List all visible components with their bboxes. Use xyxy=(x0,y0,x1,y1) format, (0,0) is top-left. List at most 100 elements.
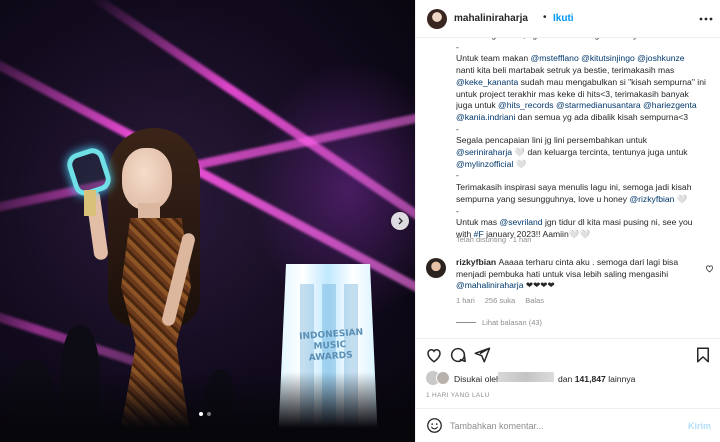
text-segment: Segala pencapaian lini jg lini persembah… xyxy=(456,135,648,146)
smiley-icon[interactable] xyxy=(426,417,443,434)
text-segment: Untuk mas xyxy=(456,217,500,228)
share-icon[interactable] xyxy=(473,346,491,364)
text-line: @kania.indriani dan semua yg ada dibalik… xyxy=(456,112,714,124)
text-line: @seriniraharja 🤍 dan keluarga tercinta, … xyxy=(456,147,714,159)
text-line: @mylinzofficial 🤍 xyxy=(456,159,714,171)
mention-link[interactable]: @rizkyfbian xyxy=(629,194,674,204)
text-segment: sudah bagi musik, agar terus semangat be… xyxy=(456,38,642,40)
text-line: @keke_kananta sudah mau mengabulkan si "… xyxy=(456,77,714,89)
mention-link[interactable]: @hariezgenta xyxy=(643,100,697,110)
award-logo-text: INDONESIAN MUSIC AWARDS xyxy=(298,327,364,364)
likes-count[interactable]: dan 141,847 lainnya xyxy=(558,374,635,384)
text-line: Segala pencapaian lini jg lini persembah… xyxy=(456,135,714,147)
more-dots-icon[interactable] xyxy=(699,10,713,24)
post-timestamp[interactable]: 1 HARI YANG LALU xyxy=(426,392,489,399)
avatar[interactable] xyxy=(427,9,447,29)
performer-face xyxy=(122,148,172,210)
text-line: juga untuk @hits_records @starmedianusan… xyxy=(456,100,714,112)
follow-button[interactable]: Ikuti xyxy=(553,13,574,24)
trophy-base xyxy=(84,190,96,216)
text-line: - xyxy=(456,124,714,136)
text-segment: untuk project terakhir mas keke di hits<… xyxy=(456,88,689,99)
text-line: Untuk mas @sevriland jgn tidur dl kita m… xyxy=(456,217,714,229)
text-segment: 🤍 dan keluarga tercinta, tentunya juga u… xyxy=(512,147,688,158)
text-line: untuk project terakhir mas keke di hits<… xyxy=(456,89,714,101)
view-replies-button[interactable]: Lihat balasan (43) xyxy=(456,318,542,327)
post-caption: sudah bagi musik, agar terus semangat be… xyxy=(456,38,714,241)
carousel-next-button[interactable] xyxy=(391,212,409,230)
post-details-panel: mahaliniraharja • Ikuti sudah bagi musik… xyxy=(415,0,720,442)
post-header: mahaliniraharja • Ikuti xyxy=(416,0,720,38)
text-segment: sempurna yang sesungguhnya, love u honey xyxy=(456,193,630,204)
comment-username[interactable]: rizkyfbian xyxy=(456,257,499,267)
text-segment: - xyxy=(456,41,459,52)
mention-link[interactable]: @mstefflano xyxy=(531,53,579,63)
text-segment: dan semua yg ada dibalik kisah sempurna<… xyxy=(515,111,689,122)
header-separator: • xyxy=(543,12,547,23)
text-segment: - xyxy=(456,205,459,216)
text-line: nanti kita beli martabak setruk ya besti… xyxy=(456,65,714,77)
text-line: Untuk team makan @mstefflano @kitutsinji… xyxy=(456,53,714,65)
heart-icon[interactable] xyxy=(425,346,443,364)
text-segment: menjadi pembuka hati untuk visa lebih sa… xyxy=(456,268,669,279)
mention-link[interactable]: @sevriland xyxy=(499,217,542,227)
mention-link[interactable]: @mahaliniraharja xyxy=(456,280,523,290)
author-username[interactable]: mahaliniraharja xyxy=(454,13,528,24)
mention-link[interactable]: @keke_kananta xyxy=(456,77,518,87)
text-line: - xyxy=(456,170,714,182)
mention-link[interactable]: @starmedianusantara xyxy=(556,100,641,110)
text-segment: - xyxy=(456,170,459,181)
heart-outline-icon[interactable] xyxy=(705,264,714,275)
carousel-dot xyxy=(207,412,211,416)
avatar[interactable] xyxy=(426,258,446,278)
text-segment: Aaaaa terharu cinta aku . semoga dari la… xyxy=(498,257,679,267)
text-segment: juga untuk xyxy=(456,100,499,111)
mention-link[interactable]: @joshkunze xyxy=(637,53,684,63)
comments-scroll-area[interactable]: sudah bagi musik, agar terus semangat be… xyxy=(416,38,720,338)
text-segment: 🤍 xyxy=(513,158,527,169)
comment-meta: 1 hari 256 suka Balas xyxy=(456,296,544,305)
post-actions-bar xyxy=(416,338,720,368)
comment-text: rizkyfbian Aaaaa terharu cinta aku . sem… xyxy=(456,257,696,292)
liker-username-redacted xyxy=(498,372,554,382)
comment-composer: Kirim xyxy=(416,408,720,442)
text-segment: - xyxy=(456,123,459,134)
text-segment: jgn tidur dl kita masi pusing ni, see yo… xyxy=(542,217,693,228)
mention-link[interactable]: @mylinzofficial xyxy=(456,159,513,169)
post-media[interactable]: INDONESIAN MUSIC AWARDS xyxy=(0,0,415,442)
carousel-indicator xyxy=(199,412,211,416)
bookmark-icon[interactable] xyxy=(694,346,712,364)
reply-button[interactable]: Balas xyxy=(525,296,544,305)
text-segment: 🤍 xyxy=(674,193,688,204)
replies-divider xyxy=(456,322,476,323)
text-segment: ❤❤❤❤ xyxy=(523,280,555,291)
text-line: rizkyfbian Aaaaa terharu cinta aku . sem… xyxy=(456,257,696,269)
likes-prefix: Disukai oleh xyxy=(454,374,501,384)
mention-link[interactable]: @kitutsinjingo xyxy=(581,53,635,63)
mention-link[interactable]: @hits_records xyxy=(498,100,554,110)
avatar[interactable] xyxy=(436,371,450,385)
text-segment: sudah mau mengabulkan si "kisah sempurna… xyxy=(518,76,706,87)
text-line: - xyxy=(456,42,714,54)
text-line: @mahaliniraharja ❤❤❤❤ xyxy=(456,280,696,292)
text-segment: nanti kita beli martabak setruk ya besti… xyxy=(456,65,675,76)
comment-input[interactable] xyxy=(450,418,680,434)
comment-likes[interactable]: 256 suka xyxy=(485,296,515,305)
text-line: Terimakasih inspirasi saya menulis lagu … xyxy=(456,182,714,194)
text-line: - xyxy=(456,206,714,218)
chevron-right-icon xyxy=(398,217,403,225)
comment-icon[interactable] xyxy=(449,346,467,364)
stage-floor xyxy=(0,372,415,442)
text-line: menjadi pembuka hati untuk visa lebih sa… xyxy=(456,269,696,281)
mention-link[interactable]: @kania.indriani xyxy=(456,112,515,122)
likes-summary: Disukai oleh dan 141,847 lainnya xyxy=(416,368,720,390)
text-segment: Terimakasih inspirasi saya menulis lagu … xyxy=(456,182,692,193)
caption-edited-label: Telah disunting · 1 hari xyxy=(456,235,532,244)
text-line: sempurna yang sesungguhnya, love u honey… xyxy=(456,194,714,206)
view-replies-label: Lihat balasan (43) xyxy=(482,318,543,327)
mention-link[interactable]: @seriniraharja xyxy=(456,147,512,157)
text-segment: Untuk team makan xyxy=(456,53,531,64)
carousel-dot-active xyxy=(199,412,203,416)
comment-age: 1 hari xyxy=(456,296,475,305)
post-comment-button[interactable]: Kirim xyxy=(688,421,711,431)
